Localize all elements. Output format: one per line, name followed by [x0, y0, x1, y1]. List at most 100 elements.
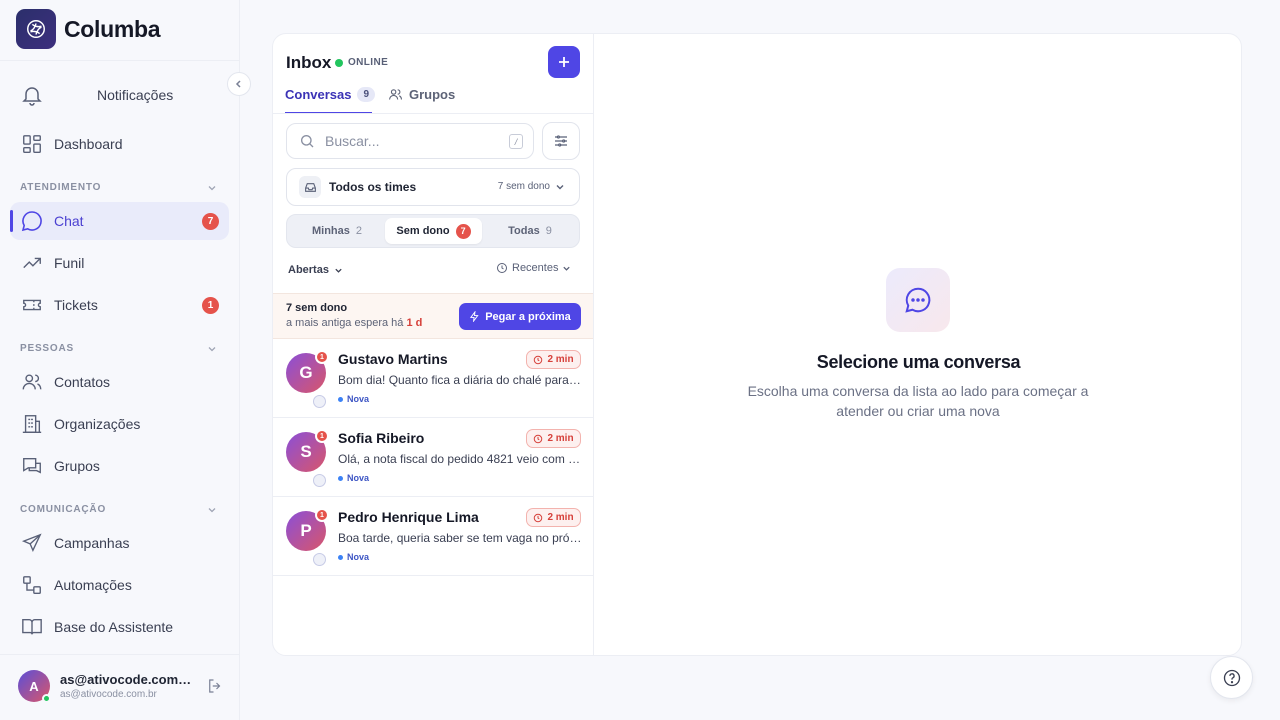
segment-label: Sem dono — [396, 225, 450, 237]
empty-state: Selecione uma conversa Escolha uma conve… — [594, 34, 1241, 655]
sliders-icon — [555, 135, 567, 147]
notifications-item[interactable]: Notificações — [10, 76, 225, 114]
inbox-icon — [299, 176, 321, 198]
user-email: as@ativocode.com.br — [60, 689, 157, 700]
trend-icon — [20, 251, 44, 275]
notifications-label: Notificações — [97, 87, 174, 103]
status-tag: Nova — [338, 394, 369, 404]
chevron-down-icon[interactable] — [207, 344, 217, 354]
sidebar-item-dashboard[interactable]: Dashboard — [10, 125, 229, 163]
sidebar: Columba Notificações Dashboard ATENDIMEN… — [0, 0, 251, 720]
section-atendimento: ATENDIMENTO — [20, 182, 102, 193]
chevron-down-icon[interactable] — [207, 505, 217, 515]
team-select[interactable]: Todos os times 7 sem dono — [286, 168, 580, 206]
channel-icon — [313, 395, 326, 408]
clock-icon — [534, 434, 543, 443]
conversation-item[interactable]: S 1 Sofia Ribeiro 2 min Olá, a nota fisc… — [273, 418, 593, 497]
sidebar-item-grupos[interactable]: Grupos — [10, 447, 229, 485]
segment-sem-dono[interactable]: Sem dono 7 — [385, 218, 482, 244]
user-info: as@ativocode.com.br as@ativocode.com.br — [60, 672, 192, 700]
queue-wait-time: 1 d — [406, 317, 423, 329]
queue-title: 7 sem dono — [286, 302, 348, 314]
segment-todas[interactable]: Todas 9 — [484, 218, 576, 244]
logout-icon[interactable] — [206, 677, 224, 695]
bolt-icon — [470, 311, 479, 322]
dashboard-icon — [20, 132, 44, 156]
collapse-sidebar-button[interactable] — [227, 72, 251, 96]
sidebar-item-label: Automações — [54, 577, 132, 593]
queue-subtitle: a mais antiga espera há 1 d — [286, 317, 422, 329]
conversation-item[interactable]: G 1 Gustavo Martins 2 min Bom dia! Quant… — [273, 339, 593, 418]
clock-icon — [534, 513, 543, 522]
online-dot — [335, 58, 343, 67]
status-label: ONLINE — [348, 57, 389, 68]
sidebar-item-funil[interactable]: Funil — [10, 244, 229, 282]
chevron-down-icon — [563, 266, 571, 271]
sidebar-item-label: Contatos — [54, 374, 111, 390]
brand-name: Columba — [64, 15, 161, 42]
search-input[interactable]: Buscar... / — [286, 123, 534, 159]
status-filter-label: Abertas — [288, 264, 329, 276]
brand[interactable]: Columba — [16, 9, 161, 49]
sidebar-item-tickets[interactable]: Tickets 1 — [10, 286, 229, 324]
sidebar-item-automacoes[interactable]: Automações — [10, 566, 229, 604]
channel-icon — [313, 474, 326, 487]
new-conversation-button[interactable] — [548, 46, 580, 78]
segment-minhas[interactable]: Minhas 2 — [291, 218, 383, 244]
sidebar-item-campanhas[interactable]: Campanhas — [10, 524, 229, 562]
segment-label: Minhas — [311, 225, 350, 237]
send-icon — [20, 531, 44, 555]
message-preview: Boa tarde, queria saber se tem vaga no p… — [338, 531, 582, 545]
unread-badge: 1 — [315, 508, 329, 522]
tag-dot — [338, 396, 343, 402]
chevron-down-icon[interactable] — [207, 183, 217, 193]
groups-icon — [20, 454, 44, 478]
status-badge: ONLINE — [335, 57, 388, 68]
bell-icon — [20, 83, 44, 107]
section-comunicacao: COMUNICAÇÃO — [20, 504, 107, 515]
tab-label: Grupos — [409, 87, 456, 102]
tab-label: Conversas — [285, 87, 352, 102]
sidebar-item-contatos[interactable]: Contatos — [10, 363, 229, 401]
help-button[interactable] — [1210, 656, 1253, 699]
sort-dropdown[interactable]: Recentes — [496, 262, 571, 274]
contact-name: Sofia Ribeiro — [338, 430, 425, 446]
segment-count: 9 — [545, 225, 552, 237]
tag-label: Nova — [347, 552, 370, 562]
queue-subtitle-prefix: a mais antiga espera há — [286, 317, 407, 329]
sidebar-item-label: Campanhas — [54, 535, 130, 551]
tab-conversas[interactable]: Conversas 9 — [285, 87, 376, 114]
team-unowned: 7 sem dono — [498, 181, 565, 192]
team-unowned-count: 7 sem dono — [497, 181, 550, 192]
chat-icon — [20, 209, 44, 233]
tab-grupos[interactable]: Grupos — [388, 87, 455, 114]
chevron-down-icon — [335, 268, 342, 273]
sidebar-item-base-assistente[interactable]: Base do Assistente — [10, 608, 229, 646]
user-profile[interactable]: A as@ativocode.com.br as@ativocode.com.b… — [18, 670, 192, 703]
tag-dot — [338, 475, 343, 481]
status-filter-dropdown[interactable]: Abertas — [288, 264, 343, 276]
grab-next-button[interactable]: Pegar a próxima — [459, 303, 581, 330]
status-tag: Nova — [338, 473, 369, 483]
sidebar-item-chat[interactable]: Chat 7 — [10, 202, 229, 240]
help-icon — [1223, 669, 1240, 686]
channel-icon — [313, 553, 326, 566]
automation-icon — [20, 573, 44, 597]
wait-time-badge: 2 min — [526, 429, 581, 448]
sidebar-item-label: Organizações — [54, 416, 141, 432]
message-preview: Olá, a nota fiscal do pedido 4821 veio c… — [338, 452, 582, 466]
contact-name: Gustavo Martins — [338, 351, 448, 367]
avatar: A — [18, 670, 51, 703]
grab-next-label: Pegar a próxima — [485, 310, 571, 323]
ownership-segmented-control: Minhas 2 Sem dono 7 Todas 9 — [286, 214, 580, 248]
empty-state-description: Escolha uma conversa da lista ao lado pa… — [747, 383, 1089, 419]
sidebar-item-label: Funil — [54, 255, 85, 271]
search-placeholder: Buscar... — [325, 133, 380, 149]
chevron-down-icon — [556, 184, 564, 189]
filters-button[interactable] — [542, 122, 580, 160]
sidebar-item-organizacoes[interactable]: Organizações — [10, 405, 229, 443]
sidebar-item-label: Grupos — [54, 458, 100, 474]
conversation-item[interactable]: P 1 Pedro Henrique Lima 2 min Boa tarde,… — [273, 497, 593, 576]
wait-time-badge: 2 min — [526, 350, 581, 369]
sidebar-item-label: Tickets — [54, 297, 98, 313]
